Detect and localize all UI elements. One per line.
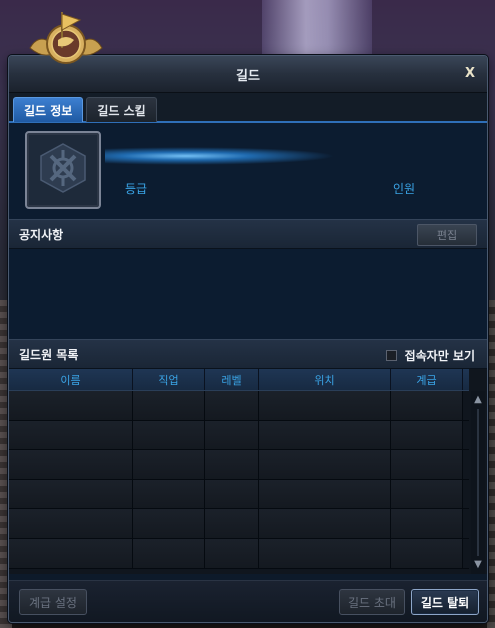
table-row[interactable]	[9, 479, 469, 510]
guild-invite-button[interactable]: 길드 초대	[339, 589, 405, 615]
cell-location	[259, 391, 391, 420]
cell-name	[9, 450, 133, 479]
guild-crest-icon	[35, 140, 91, 200]
cell-level	[205, 391, 259, 420]
column-header-name[interactable]: 이름	[9, 369, 133, 390]
cell-class	[133, 420, 205, 450]
cell-name	[9, 479, 133, 509]
cell-class	[133, 450, 205, 479]
guild-window: 길드 X 길드 정보 길드 스킬 등급 인원 공지사항 편집 길드원 목록 접속…	[8, 55, 488, 623]
column-header-level[interactable]: 레벨	[205, 369, 259, 390]
column-header-location[interactable]: 위치	[259, 369, 391, 390]
member-table-header: 이름 직업 레벨 위치 계급	[9, 369, 469, 391]
guild-mark-frame[interactable]	[25, 131, 101, 209]
cell-rank	[391, 479, 463, 509]
cell-level	[205, 509, 259, 538]
tab-bar: 길드 정보 길드 스킬	[9, 93, 487, 123]
guild-banner-emblem-icon	[28, 4, 104, 66]
scroll-down-icon[interactable]: ▼	[471, 558, 485, 572]
table-row[interactable]	[9, 450, 469, 480]
cell-name	[9, 391, 133, 420]
guild-leave-button[interactable]: 길드 탈퇴	[411, 589, 479, 615]
online-only-toggle[interactable]: 접속자만 보기	[385, 347, 475, 364]
table-row[interactable]	[9, 509, 469, 539]
cell-class	[133, 509, 205, 538]
bottom-action-bar: 계급 설정 길드 초대 길드 탈퇴	[9, 580, 487, 622]
cell-location	[259, 479, 391, 509]
table-row[interactable]	[9, 391, 469, 421]
member-list-title: 길드원 목록	[19, 347, 79, 362]
cell-level	[205, 420, 259, 450]
cell-name	[9, 509, 133, 538]
tab-guild-info[interactable]: 길드 정보	[13, 97, 84, 122]
online-only-label: 접속자만 보기	[404, 349, 475, 363]
cell-name	[9, 420, 133, 450]
cell-location	[259, 420, 391, 450]
column-header-rank[interactable]: 계급	[391, 369, 463, 390]
members-label: 인원	[393, 182, 416, 196]
cell-rank	[391, 391, 463, 420]
cell-level	[205, 479, 259, 509]
notice-header: 공지사항 편집	[9, 219, 487, 249]
cell-rank	[391, 420, 463, 450]
cell-location	[259, 509, 391, 538]
edit-notice-button[interactable]: 편집	[417, 224, 477, 246]
member-list-header: 길드원 목록 접속자만 보기	[9, 339, 487, 369]
column-header-class[interactable]: 직업	[133, 369, 205, 390]
tab-guild-skill[interactable]: 길드 스킬	[86, 97, 157, 122]
close-button[interactable]: X	[461, 65, 479, 83]
cell-class	[133, 391, 205, 420]
member-table: 이름 직업 레벨 위치 계급 ▲ ▼	[9, 369, 487, 574]
grade-label: 등급	[125, 182, 148, 196]
window-title: 길드	[236, 68, 260, 84]
guild-name-glow	[105, 147, 335, 165]
cell-rank	[391, 538, 463, 568]
cell-class	[133, 479, 205, 509]
background-rock-right	[487, 300, 495, 628]
table-row[interactable]	[9, 538, 469, 569]
cell-location	[259, 538, 391, 568]
online-only-checkbox[interactable]	[385, 350, 397, 361]
scroll-up-icon[interactable]: ▲	[471, 393, 485, 407]
grade-settings-button[interactable]: 계급 설정	[19, 589, 87, 615]
cell-level	[205, 450, 259, 479]
cell-rank	[391, 450, 463, 479]
cell-name	[9, 538, 133, 568]
cell-location	[259, 450, 391, 479]
table-row[interactable]	[9, 420, 469, 451]
member-list-scrollbar[interactable]: ▲ ▼	[471, 391, 485, 574]
guild-info-panel: 등급 인원	[9, 123, 487, 219]
cell-rank	[391, 509, 463, 538]
cell-class	[133, 538, 205, 568]
scroll-track[interactable]	[477, 409, 479, 556]
notice-title: 공지사항	[19, 227, 64, 242]
cell-level	[205, 538, 259, 568]
member-table-body	[9, 391, 469, 569]
notice-body	[9, 249, 487, 339]
